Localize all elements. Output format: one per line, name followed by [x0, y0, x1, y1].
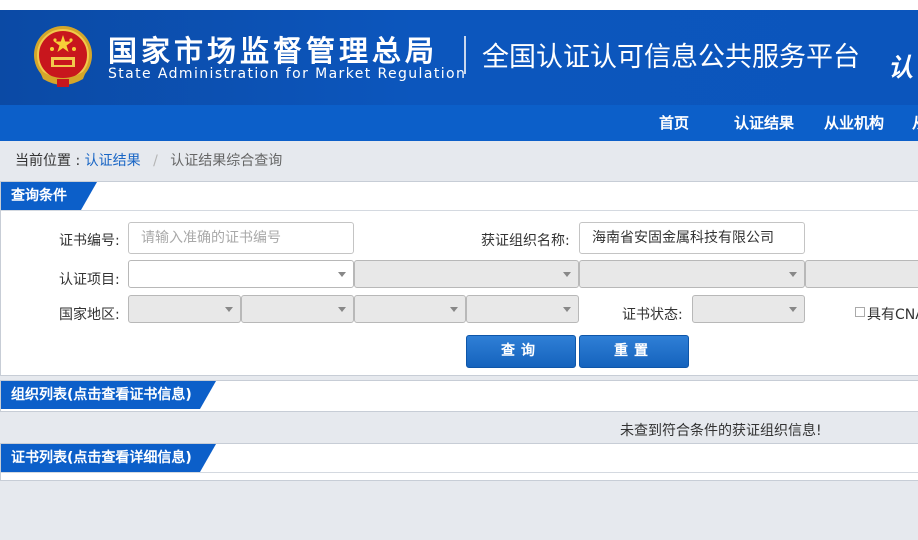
- nav-item-partial[interactable]: 从: [912, 105, 918, 141]
- search-button[interactable]: 查询: [466, 335, 576, 368]
- chevron-down-icon: [338, 272, 346, 277]
- nav-item-institutions[interactable]: 从业机构: [824, 105, 884, 141]
- platform-logo-partial: 认: [888, 53, 914, 82]
- cna-checkbox-label: 具有CNA: [867, 307, 918, 323]
- platform-title: 全国认证认可信息公共服务平台: [482, 42, 860, 73]
- region-select-3[interactable]: [354, 295, 466, 323]
- project-label: 认证项目:: [59, 272, 120, 288]
- cna-checkbox[interactable]: [855, 307, 865, 317]
- cert-no-input[interactable]: 请输入准确的证书编号: [128, 222, 354, 254]
- org-list-empty-message: 未查到符合条件的获证组织信息!: [620, 423, 822, 439]
- breadcrumb-prefix: 当前位置 :: [15, 153, 81, 169]
- chevron-down-icon: [789, 272, 797, 277]
- project-select-2[interactable]: [354, 260, 579, 288]
- project-select-1[interactable]: [128, 260, 354, 288]
- query-panel-title: 查询条件: [1, 182, 97, 210]
- nav-item-cert-results[interactable]: 认证结果: [734, 105, 794, 141]
- cert-list-title: 证书列表(点击查看详细信息): [1, 444, 216, 472]
- top-strip: [0, 0, 918, 10]
- region-select-1[interactable]: [128, 295, 241, 323]
- header-divider: [464, 36, 466, 74]
- chevron-down-icon: [563, 307, 571, 312]
- chevron-down-icon: [338, 307, 346, 312]
- org-name-input[interactable]: 海南省安固金属科技有限公司: [579, 222, 805, 254]
- org-name-cn: 国家市场监督管理总局: [108, 34, 439, 68]
- status-label: 证书状态:: [622, 307, 683, 323]
- breadcrumb: 当前位置 : 认证结果 / 认证结果综合查询: [0, 141, 918, 175]
- chevron-down-icon: [450, 307, 458, 312]
- reset-button[interactable]: 重置: [579, 335, 689, 368]
- main-nav: 首页 认证结果 从业机构 从: [0, 105, 918, 141]
- chevron-down-icon: [225, 307, 233, 312]
- breadcrumb-link-cert-results[interactable]: 认证结果: [85, 153, 141, 169]
- org-list-panel: 组织列表(点击查看证书信息): [0, 380, 918, 412]
- status-select[interactable]: [692, 295, 805, 323]
- project-select-3[interactable]: [579, 260, 805, 288]
- breadcrumb-separator: /: [153, 153, 158, 169]
- chevron-down-icon: [563, 272, 571, 277]
- nav-item-home[interactable]: 首页: [659, 105, 689, 141]
- site-header: 国家市场监督管理总局 State Administration for Mark…: [0, 10, 918, 105]
- org-list-title: 组织列表(点击查看证书信息): [1, 381, 216, 409]
- cert-no-label: 证书编号:: [59, 233, 120, 249]
- breadcrumb-current: 认证结果综合查询: [170, 153, 283, 169]
- org-name-en: State Administration for Market Regulati…: [108, 66, 467, 82]
- region-label: 国家地区:: [59, 307, 120, 323]
- region-select-4[interactable]: [466, 295, 579, 323]
- chevron-down-icon: [789, 307, 797, 312]
- cert-list-panel: 证书列表(点击查看详细信息): [0, 443, 918, 481]
- project-select-4[interactable]: [805, 260, 918, 288]
- region-select-2[interactable]: [241, 295, 354, 323]
- org-name-label: 获证组织名称:: [481, 233, 570, 249]
- national-emblem-icon: [34, 26, 92, 87]
